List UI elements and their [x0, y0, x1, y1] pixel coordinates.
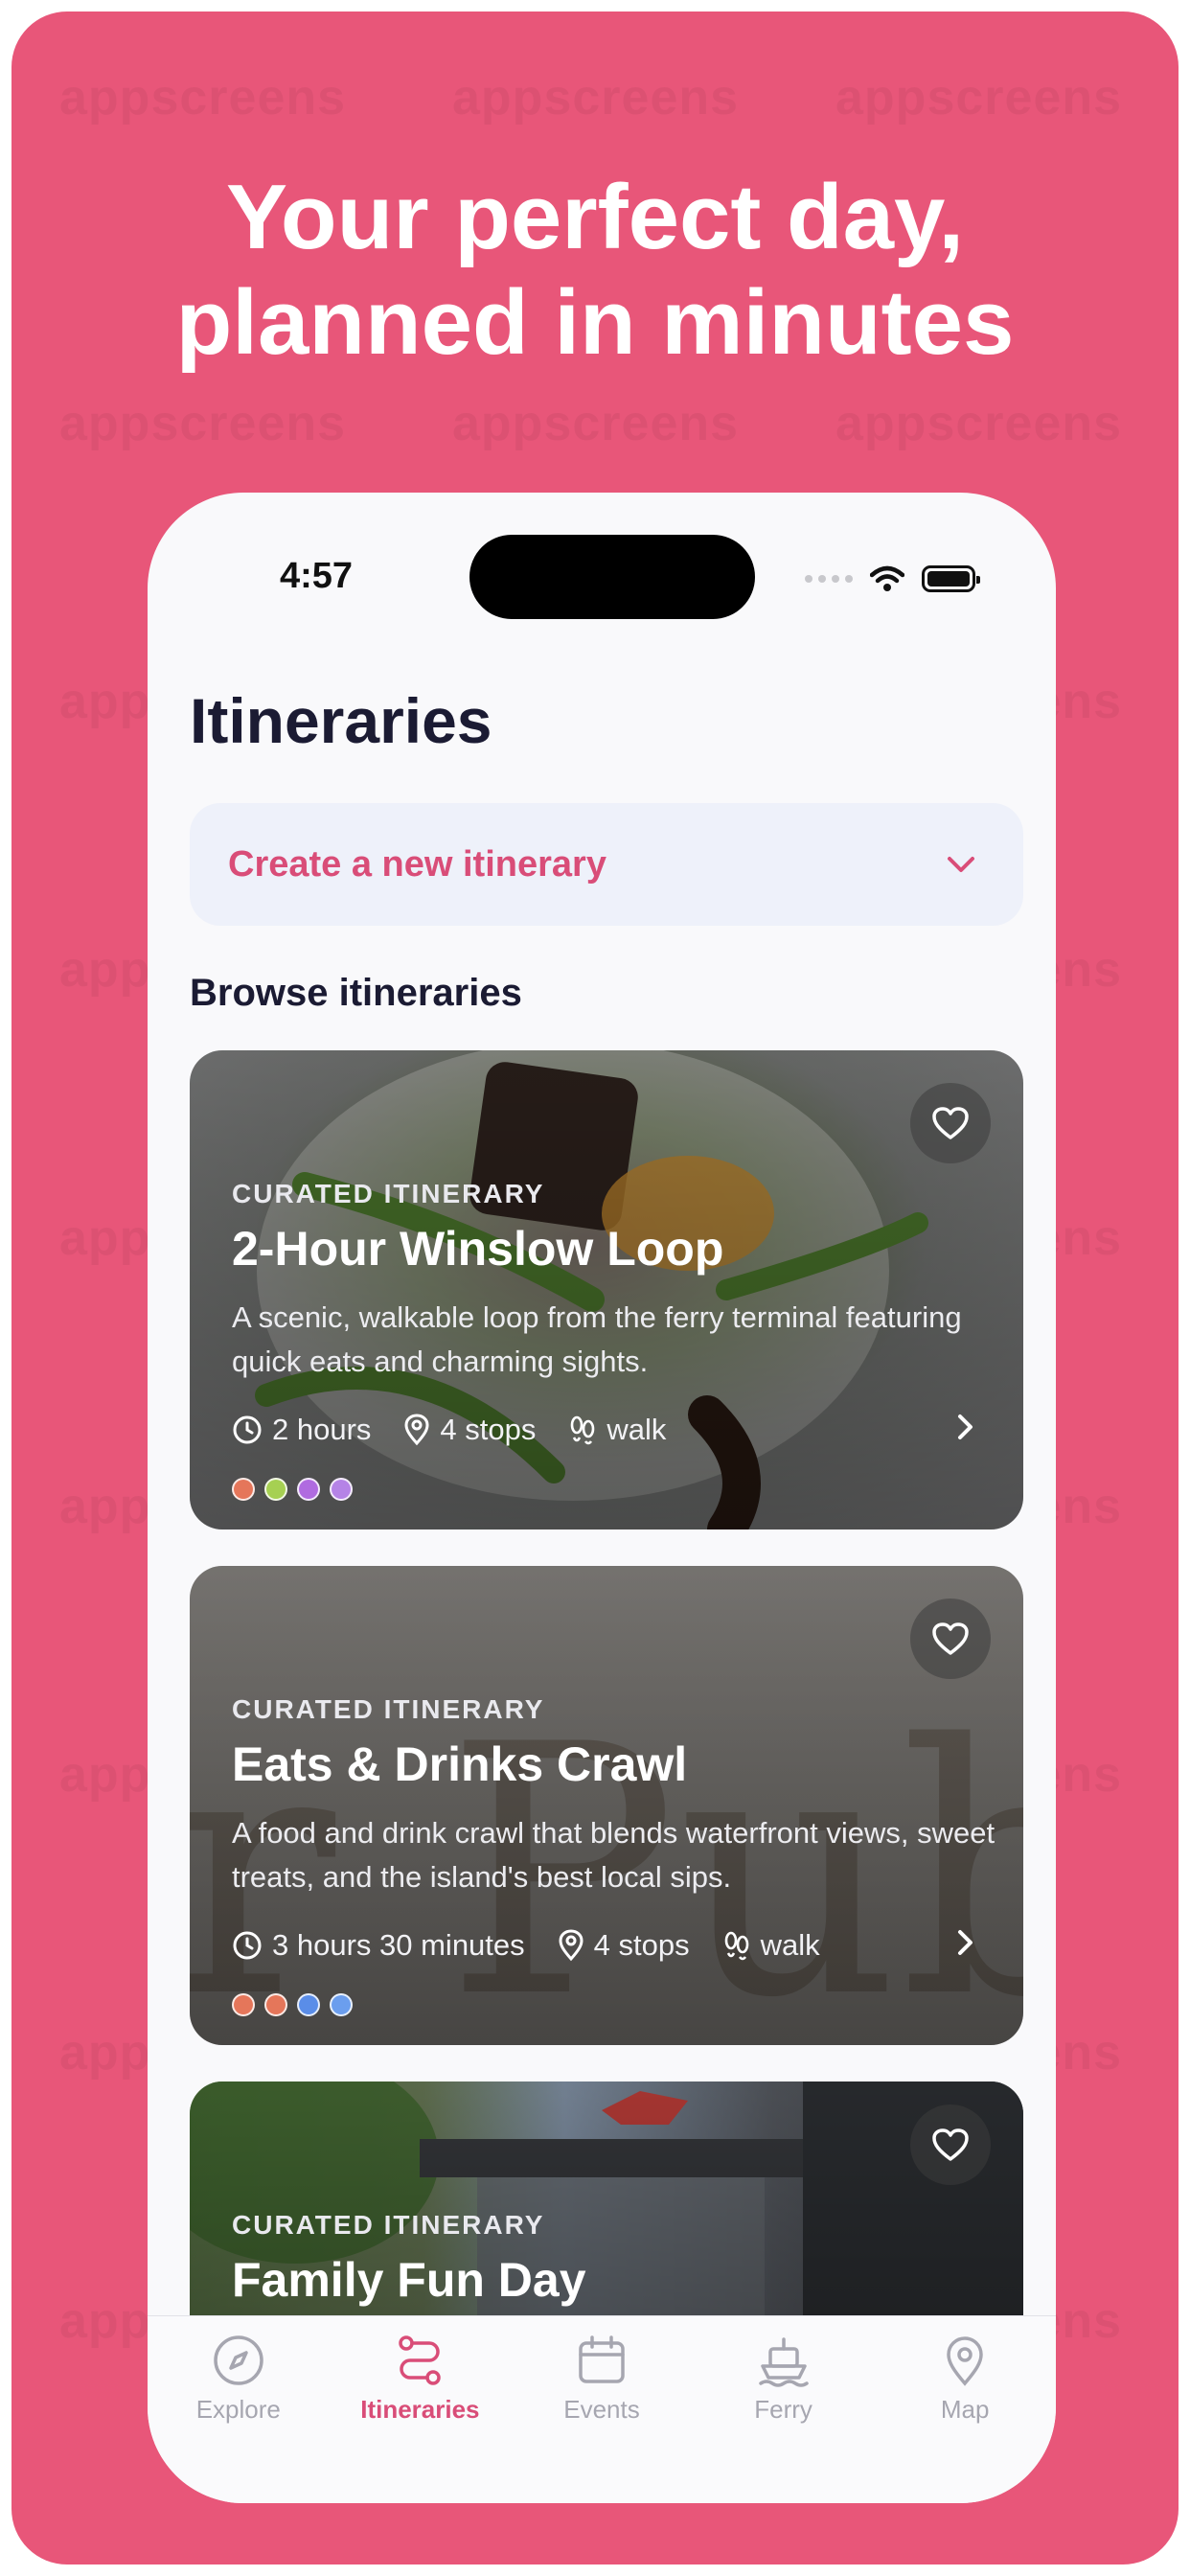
ferry-icon [758, 2337, 809, 2387]
stops-meta: 4 stops [558, 1928, 690, 1963]
compass-icon [214, 2335, 263, 2385]
calendar-icon [579, 2335, 625, 2383]
tab-events[interactable]: Events [520, 2334, 683, 2503]
promo-background: appscreens appscreens appscreens appscre… [11, 12, 1179, 2564]
favorite-button[interactable] [910, 1598, 991, 1679]
headline-line-1: Your perfect day, [226, 166, 964, 268]
category-dot [297, 1478, 320, 1501]
page-title: Itineraries [190, 685, 492, 756]
clock-icon [233, 1415, 262, 1444]
mode-meta: walk [568, 1413, 666, 1447]
cellular-signal-icon [805, 575, 853, 583]
duration-meta: 3 hours 30 minutes [232, 1928, 525, 1963]
category-dot [232, 1478, 255, 1501]
heart-icon [932, 1107, 969, 1139]
tab-label: Ferry [754, 2395, 812, 2424]
card-meta: 2 hours 4 stops walk [232, 1413, 666, 1447]
section-title: Browse itineraries [190, 972, 522, 1014]
tab-ferry[interactable]: Ferry [702, 2334, 865, 2503]
card-kicker: CURATED ITINERARY [232, 2210, 545, 2240]
create-itinerary-label: Create a new itinerary [228, 843, 606, 885]
card-scrim [190, 1050, 1023, 1530]
mode-text: walk [606, 1413, 667, 1446]
heart-icon [932, 1622, 969, 1655]
location-pin-icon [559, 1929, 584, 1962]
card-meta: 3 hours 30 minutes 4 stops walk [232, 1928, 820, 1963]
card-title: Eats & Drinks Crawl [232, 1737, 688, 1791]
stops-text: 4 stops [593, 1928, 690, 1962]
tab-label: Events [563, 2395, 640, 2424]
stops-text: 4 stops [440, 1413, 537, 1446]
tab-label: Itineraries [360, 2395, 480, 2424]
duration-meta: 2 hours [232, 1413, 371, 1447]
map-pin-icon [947, 2336, 983, 2386]
mode-text: walk [760, 1928, 820, 1962]
category-dot [330, 1993, 353, 2016]
category-dot [232, 1993, 255, 2016]
card-title: 2-Hour Winslow Loop [232, 1222, 724, 1276]
route-icon [399, 2335, 442, 2385]
category-dot [297, 1993, 320, 2016]
category-dot [264, 1993, 287, 2016]
favorite-button[interactable] [910, 2104, 991, 2185]
favorite-button[interactable] [910, 1083, 991, 1163]
card-description: A food and drink crawl that blends water… [232, 1816, 995, 1894]
footprints-icon [571, 1415, 595, 1445]
duration-text: 3 hours 30 minutes [272, 1928, 525, 1962]
clock-icon [233, 1931, 262, 1960]
tab-itineraries[interactable]: Itineraries [338, 2334, 501, 2503]
wifi-icon [870, 565, 904, 591]
phone-screen: 4:57 Itineraries Create a new itinerary … [148, 493, 1056, 2503]
create-itinerary-dropdown[interactable]: Create a new itinerary [190, 803, 1023, 926]
category-dots [232, 1478, 353, 1501]
duration-text: 2 hours [272, 1413, 372, 1446]
tab-label: Map [940, 2395, 990, 2424]
category-dots [232, 1993, 353, 2016]
location-pin-icon [404, 1414, 429, 1446]
heart-icon [932, 2128, 969, 2161]
itinerary-card[interactable]: CURATED ITINERARY 2-Hour Winslow Loop A … [190, 1050, 1023, 1530]
card-kicker: CURATED ITINERARY [232, 1179, 545, 1208]
tab-label: Explore [195, 2395, 281, 2424]
chevron-right-icon [958, 1930, 973, 1955]
stops-meta: 4 stops [403, 1413, 536, 1447]
card-scrim [190, 1566, 1023, 2045]
chevron-down-icon [948, 857, 974, 872]
status-time: 4:57 [280, 556, 354, 596]
promo-headline: Your perfect day, planned in minutes [11, 165, 1179, 376]
category-dot [330, 1478, 353, 1501]
battery-icon [922, 565, 980, 592]
status-indicators [805, 565, 980, 592]
mode-meta: walk [722, 1928, 820, 1963]
card-description: A scenic, walkable loop from the ferry t… [232, 1300, 962, 1378]
tab-bar: Explore Itineraries Events Ferry Map [148, 2315, 1056, 2503]
tab-map[interactable]: Map [883, 2334, 1046, 2503]
dynamic-island [469, 535, 755, 619]
card-kicker: CURATED ITINERARY [232, 1694, 545, 1724]
card-title: Family Fun Day [232, 2253, 586, 2307]
itinerary-card[interactable]: r Pub CURATED ITINERARY Eats & Drinks Cr… [190, 1566, 1023, 2045]
category-dot [264, 1478, 287, 1501]
chevron-right-icon [958, 1414, 973, 1439]
headline-line-2: planned in minutes [175, 271, 1015, 374]
footprints-icon [724, 1931, 748, 1961]
tab-explore[interactable]: Explore [157, 2334, 320, 2503]
